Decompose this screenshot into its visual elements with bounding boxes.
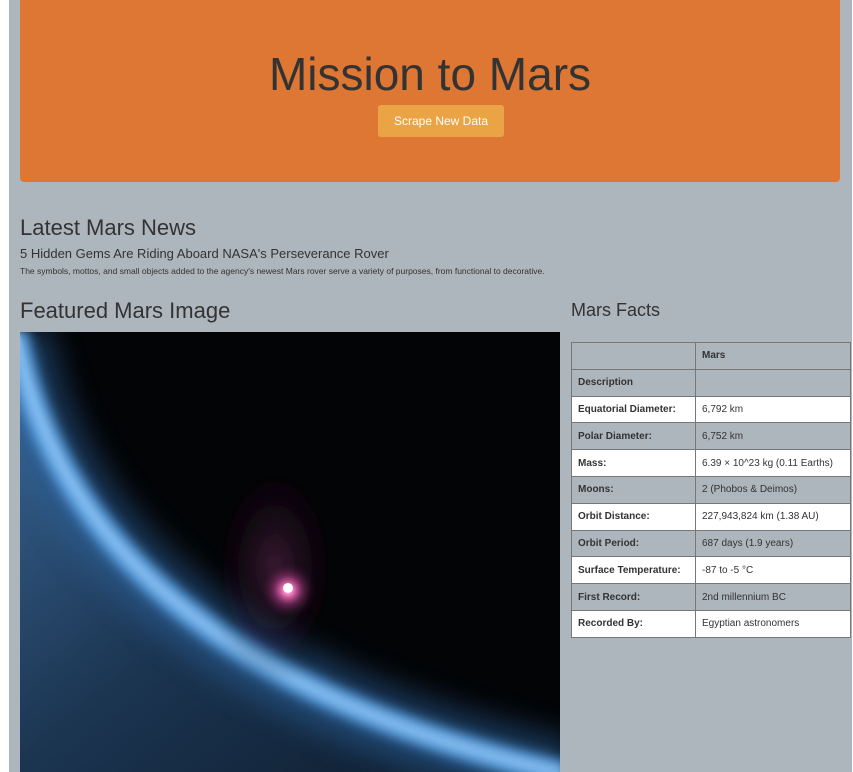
fact-value: 6,752 km xyxy=(695,422,851,451)
page-container: Mission to Mars Scrape New Data Latest M… xyxy=(9,0,852,772)
table-row: Orbit Distance: 227,943,824 km (1.38 AU) xyxy=(571,502,851,531)
table-row: Moons: 2 (Phobos & Deimos) xyxy=(571,475,851,504)
fact-value: 6.39 × 10^23 kg (0.11 Earths) xyxy=(695,449,851,477)
fact-label: Orbit Distance: xyxy=(571,502,696,531)
column-header: Mars xyxy=(695,342,851,370)
jumbotron-header: Mission to Mars Scrape New Data xyxy=(20,0,840,182)
table-row: Surface Temperature: -87 to -5 °C xyxy=(571,556,851,585)
fact-value: -87 to -5 °C xyxy=(695,556,851,585)
fact-label: Recorded By: xyxy=(571,609,696,638)
fact-value: 2 (Phobos & Deimos) xyxy=(695,475,851,504)
fact-value xyxy=(695,368,851,397)
page-title: Mission to Mars xyxy=(268,48,592,100)
fact-value: 6,792 km xyxy=(695,395,851,424)
fact-label: Moons: xyxy=(571,475,696,504)
featured-mars-image[interactable] xyxy=(20,332,560,772)
table-row: Polar Diameter: 6,752 km xyxy=(571,422,851,451)
featured-image-heading: Featured Mars Image xyxy=(20,298,231,323)
mars-limb-picture xyxy=(20,332,560,772)
table-row: Orbit Period: 687 days (1.9 years) xyxy=(571,529,851,558)
table-row: First Record: 2nd millennium BC xyxy=(571,583,851,611)
fact-value: 687 days (1.9 years) xyxy=(695,529,851,558)
fact-value: 227,943,824 km (1.38 AU) xyxy=(695,502,851,531)
fact-label: Description xyxy=(571,368,696,397)
news-title: 5 Hidden Gems Are Riding Aboard NASA's P… xyxy=(20,246,389,261)
table-header-row: Mars xyxy=(571,342,851,370)
fact-label: Orbit Period: xyxy=(571,529,696,558)
table-row: Mass: 6.39 × 10^23 kg (0.11 Earths) xyxy=(571,449,851,477)
fact-label: Polar Diameter: xyxy=(571,422,696,451)
scrape-new-data-button[interactable]: Scrape New Data xyxy=(378,105,504,137)
latest-news-heading: Latest Mars News xyxy=(20,215,197,240)
fact-value: 2nd millennium BC xyxy=(695,583,851,611)
news-paragraph: The symbols, mottos, and small objects a… xyxy=(20,266,545,276)
table-row: Equatorial Diameter: 6,792 km xyxy=(571,395,851,424)
fact-label: Surface Temperature: xyxy=(571,556,696,585)
table-row: Recorded By: Egyptian astronomers xyxy=(571,609,851,638)
fact-label: First Record: xyxy=(571,583,696,611)
fact-value: Egyptian astronomers xyxy=(695,609,851,638)
table-row: Description xyxy=(571,368,851,397)
mars-facts-heading: Mars Facts xyxy=(571,300,661,320)
fact-label: Mass: xyxy=(571,449,696,477)
fact-label: Equatorial Diameter: xyxy=(571,395,696,424)
column-header xyxy=(571,342,696,370)
mars-facts-table: Mars Description Equatorial Diameter: 6,… xyxy=(571,342,851,638)
